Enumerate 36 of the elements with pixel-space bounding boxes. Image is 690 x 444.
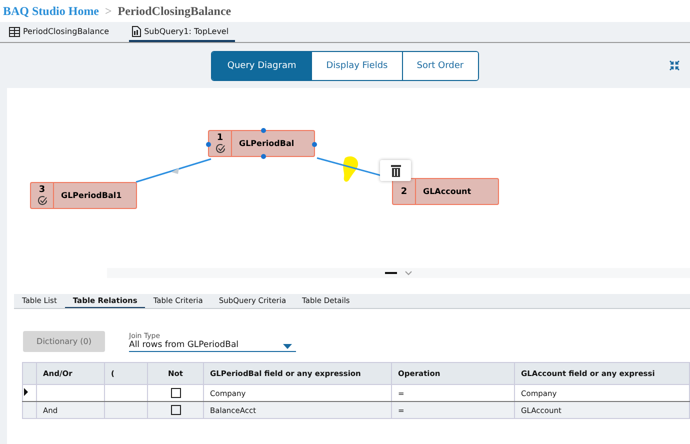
node-name: GLPeriodBal xyxy=(238,139,294,148)
node-number: 3 xyxy=(38,185,46,195)
document-tab[interactable]: PeriodClosingBalance xyxy=(6,25,116,42)
node-name: GLPeriodBal1 xyxy=(60,191,122,200)
table-node[interactable]: 1 GLPeriodBal xyxy=(208,130,315,157)
node-number: 1 xyxy=(216,133,224,143)
collapse-icon[interactable] xyxy=(669,60,680,71)
document-tab[interactable]: SubQuery1: TopLevel xyxy=(129,25,235,42)
check-circle-icon xyxy=(36,195,48,206)
connector-line[interactable] xyxy=(136,158,212,183)
caret-icon xyxy=(283,344,292,349)
node-name: GLAccount xyxy=(422,187,472,196)
highlight-mark xyxy=(343,156,358,182)
resize-handle[interactable] xyxy=(261,128,266,133)
trash-icon xyxy=(390,164,400,176)
breadcrumb-separator: > xyxy=(105,4,112,18)
view-tab[interactable]: Sort Order xyxy=(402,52,478,80)
chevron-down-icon[interactable] xyxy=(405,270,412,276)
document-icon xyxy=(132,26,142,37)
arrow-icon xyxy=(171,168,179,174)
delete-button[interactable] xyxy=(380,160,411,181)
view-tab[interactable]: Query Diagram xyxy=(212,52,312,80)
checkbox[interactable] xyxy=(170,405,180,415)
check-circle-icon xyxy=(214,143,226,154)
breadcrumb-current: PeriodClosingBalance xyxy=(118,4,232,18)
resize-handle[interactable] xyxy=(206,142,211,147)
row-header xyxy=(22,362,36,384)
table-icon xyxy=(9,26,20,36)
resize-handle[interactable] xyxy=(261,154,266,159)
node-number: 2 xyxy=(400,186,408,196)
resize-handle[interactable] xyxy=(312,142,317,147)
current-row-icon xyxy=(24,388,28,396)
table-node[interactable]: 3 GLPeriodBal1 xyxy=(30,182,137,209)
table-node[interactable]: 2 GLAccount xyxy=(392,178,499,205)
checkbox[interactable] xyxy=(170,388,180,398)
splitter-handle[interactable] xyxy=(385,272,397,274)
